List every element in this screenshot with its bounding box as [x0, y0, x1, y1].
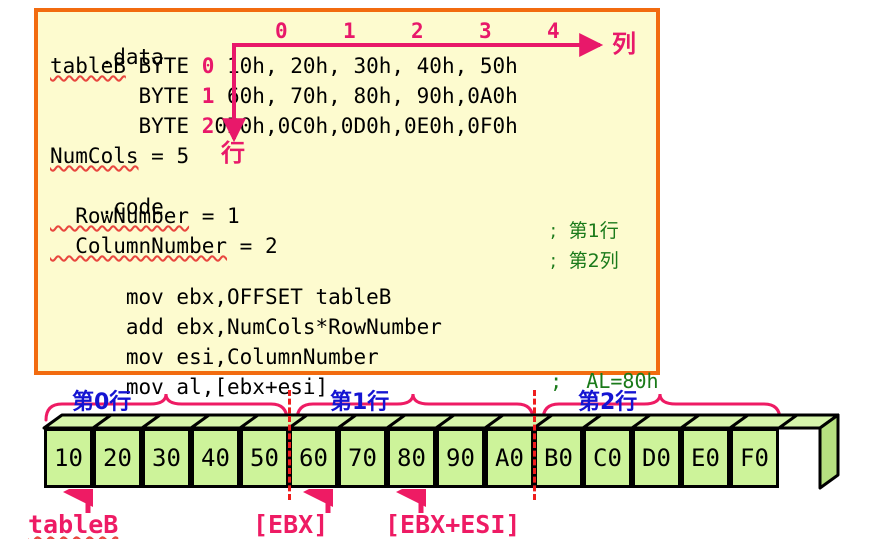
- code-panel: .data tableB BYTE 0 10h, 20h, 30h, 40h, …: [34, 8, 660, 398]
- memory-cell: C0: [583, 428, 632, 488]
- column-index-1: 1: [343, 19, 356, 43]
- code-line-columnnumber: ColumnNumber = 2: [50, 234, 278, 258]
- memory-cell: E0: [681, 428, 730, 488]
- code-line-tableb: tableB BYTE 0 10h, 20h, 30h, 40h, 50h: [50, 54, 518, 78]
- memory-cell: 90: [436, 428, 485, 488]
- pointer-label-tableb: tableB: [28, 510, 119, 539]
- memory-cell: A0: [485, 428, 534, 488]
- memory-cell: 40: [191, 428, 240, 488]
- axis-label-row: 行: [221, 139, 245, 167]
- row-index-1: 1: [201, 84, 215, 108]
- memory-cell: 30: [142, 428, 191, 488]
- memory-cell: 80: [387, 428, 436, 488]
- brace-label-row2: 第2行: [578, 390, 638, 415]
- brace-label-row0: 第0行: [72, 390, 132, 415]
- brace-label-row1: 第1行: [330, 390, 390, 415]
- memory-cell: 50: [240, 428, 289, 488]
- memory-cell: F0: [730, 428, 779, 488]
- axis-label-column: 列: [612, 30, 636, 58]
- code-line-rownumber: RowNumber = 1: [50, 204, 240, 228]
- code-line-byte2: BYTE 20B0h,0C0h,0D0h,0E0h,0F0h: [50, 114, 518, 138]
- comment-al: ; AL=80h: [550, 369, 659, 393]
- memory-cell: 10: [44, 428, 93, 488]
- memory-cell: B0: [534, 428, 583, 488]
- row-index-0: 0: [201, 54, 215, 78]
- column-index-0: 0: [275, 19, 288, 43]
- memory-cell: D0: [632, 428, 681, 488]
- column-index-4: 4: [547, 19, 560, 43]
- memory-cell: 70: [338, 428, 387, 488]
- memory-cell: 20: [93, 428, 142, 488]
- code-line-numcols: NumCols = 5: [50, 144, 190, 168]
- pointer-label-ebx-esi: [EBX+ESI]: [385, 510, 521, 539]
- pointer-label-ebx: [EBX]: [253, 510, 329, 539]
- comment-col2: ; 第2列: [550, 250, 619, 272]
- row-index-2: 2: [201, 114, 215, 138]
- memory-strip-diagram: 第0行 第1行 第2行 10 20 30 40 50 60 70 80 90 A…: [0, 390, 892, 539]
- row-braces-icon: [44, 393, 782, 422]
- row-divider: [533, 390, 536, 500]
- code-line-byte1: BYTE 1 60h, 70h, 80h, 90h,0A0h: [50, 84, 518, 108]
- column-index-3: 3: [479, 19, 492, 43]
- column-index-2: 2: [411, 19, 424, 43]
- memory-cell: 60: [289, 428, 338, 488]
- row-divider: [288, 390, 291, 500]
